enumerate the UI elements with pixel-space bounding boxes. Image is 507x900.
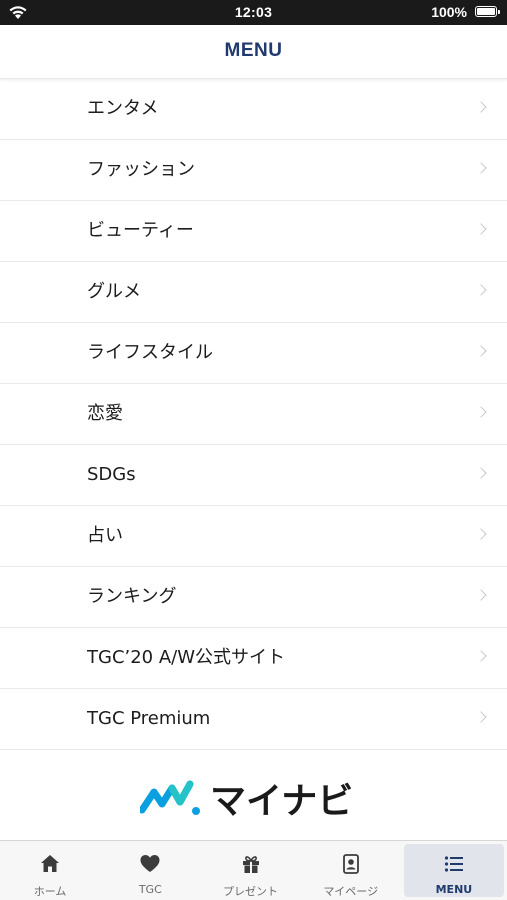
list-icon [444,856,463,872]
menu-item-lifestyle[interactable]: ライフスタイル [0,323,507,384]
chevron-right-icon [475,284,487,296]
menu-item-label: TGC’20 A/W公式サイト [87,647,286,668]
menu-item-label: ランキング [87,586,177,607]
tab-tgc[interactable]: TGC [100,841,200,900]
menu-item-entertainment[interactable]: エンタメ [0,79,507,140]
tab-label: MENU [435,883,473,896]
menu-item-fortune[interactable]: 占い [0,506,507,567]
menu-item-fashion[interactable]: ファッション [0,140,507,201]
tab-present[interactable]: プレゼント [200,841,300,900]
mynavi-logo-banner[interactable]: マイナビ [0,752,507,840]
chevron-right-icon [475,223,487,235]
chevron-right-icon [475,101,487,113]
menu-item-beauty[interactable]: ビューティー [0,201,507,262]
gift-icon [242,856,259,873]
menu-item-label: TGC Premium [87,708,211,729]
mynavi-logo: マイナビ [140,780,353,820]
tab-label: TGC [138,883,162,896]
menu-item-label: エンタメ [87,98,159,119]
menu-item-love[interactable]: 恋愛 [0,384,507,445]
tab-home[interactable]: ホーム [0,841,100,900]
menu-item-tgc-official-site[interactable]: TGC’20 A/W公式サイト [0,628,507,689]
chevron-right-icon [475,711,487,723]
chevron-right-icon [475,589,487,601]
menu-item-ranking[interactable]: ランキング [0,567,507,628]
menu-item-label: SDGs [87,464,136,485]
logo-text: マイナビ [210,781,353,820]
tab-label: マイページ [323,885,379,898]
status-bar: 12:03 100% [0,0,507,25]
menu-item-label: ファッション [87,159,195,180]
chevron-right-icon [475,406,487,418]
battery-icon [475,6,500,17]
tab-bar: ホーム TGC プレゼント マイページ MENU [0,840,507,900]
menu-item-label: ライフスタイル [87,342,213,363]
tab-label: ホーム [33,885,67,898]
chevron-right-icon [475,162,487,174]
menu-item-sdgs[interactable]: SDGs [0,445,507,506]
chevron-right-icon [475,528,487,540]
chevron-right-icon [475,467,487,479]
battery-percentage: 100% [431,4,467,20]
menu-item-label: ビューティー [87,220,194,241]
chevron-right-icon [475,345,487,357]
tab-menu[interactable]: MENU [403,844,505,897]
page-title: MENU [224,40,283,61]
menu-item-label: 恋愛 [87,403,123,424]
menu-list: エンタメ ファッション ビューティー グルメ ライフスタイル 恋愛 SDGs 占… [0,79,507,750]
tab-label: プレゼント [223,885,278,898]
navigation-header: MENU [0,25,507,79]
tab-mypage[interactable]: マイページ [301,841,401,900]
profile-icon [342,854,359,874]
menu-item-label: グルメ [87,281,141,302]
chevron-right-icon [475,650,487,662]
home-icon [41,855,60,872]
menu-item-tgc-premium[interactable]: TGC Premium [0,689,507,750]
heart-icon [140,855,160,872]
menu-item-gourmet[interactable]: グルメ [0,262,507,323]
menu-item-label: 占い [87,525,123,546]
